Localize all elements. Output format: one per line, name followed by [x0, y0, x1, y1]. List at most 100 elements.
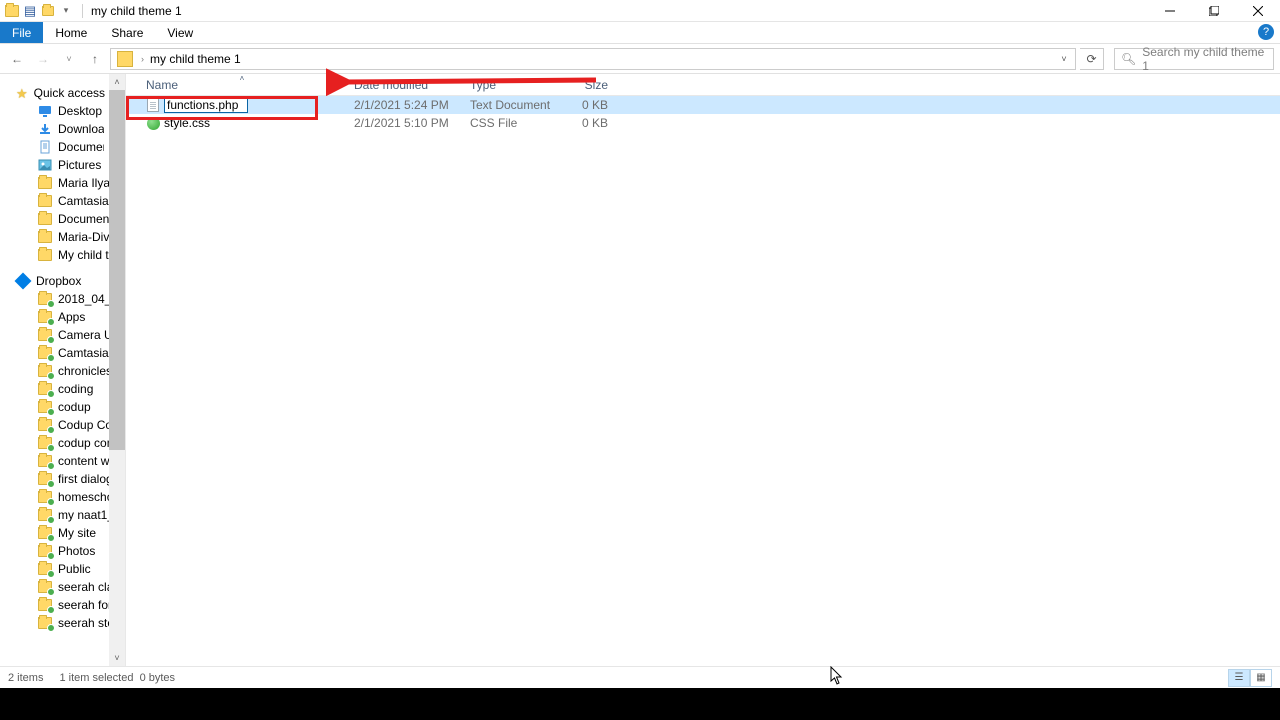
scrollbar-thumb[interactable] [109, 90, 125, 450]
view-large-icons-button[interactable]: ▦ [1250, 669, 1272, 687]
file-date: 2/1/2021 5:24 PM [346, 98, 462, 112]
folder-type-icon [4, 3, 20, 19]
column-name[interactable]: ˄ Name [138, 78, 346, 92]
folder-icon [38, 230, 52, 244]
folder-sync-icon [38, 580, 52, 594]
status-bar: 2 items 1 item selected 0 bytes ☰ ▦ [0, 666, 1280, 688]
address-bar[interactable]: › my child theme 1 ˅ [110, 48, 1076, 70]
file-list-area: ˄ Name Date modified Type Size 2/1/2021 … [126, 74, 1280, 666]
folder-sync-icon [38, 508, 52, 522]
sidebar-item-label: Dropbox [36, 274, 81, 288]
folder-sync-icon [38, 364, 52, 378]
folder-icon [38, 248, 52, 262]
pictures-icon [38, 158, 52, 172]
status-item-count: 2 items [8, 672, 43, 684]
file-date: 2/1/2021 5:10 PM [346, 116, 462, 130]
star-icon: ★ [16, 87, 28, 100]
forward-button[interactable]: → [32, 48, 54, 70]
folder-sync-icon [38, 310, 52, 324]
folder-sync-icon [38, 544, 52, 558]
desktop-icon [38, 104, 52, 118]
folder-sync-icon [38, 472, 52, 486]
folder-sync-icon [38, 400, 52, 414]
folder-sync-icon [38, 328, 52, 342]
back-button[interactable]: ← [6, 48, 28, 70]
sidebar-item-label: Apps [58, 310, 85, 324]
file-size: 0 KB [558, 98, 616, 112]
refresh-button[interactable]: ⟳ [1080, 48, 1104, 70]
folder-sync-icon [38, 436, 52, 450]
folder-icon [38, 212, 52, 226]
recent-dropdown-icon[interactable]: ˅ [58, 48, 80, 70]
file-type: CSS File [462, 116, 558, 130]
sidebar-item-label: Pictures [58, 158, 101, 172]
window-title: my child theme 1 [87, 4, 182, 18]
text-file-icon [146, 98, 160, 112]
folder-sync-icon [38, 292, 52, 306]
css-file-icon [146, 116, 160, 130]
sidebar-item-label: Public [58, 562, 91, 576]
sidebar-item-label: codup [58, 400, 91, 414]
folder-sync-icon [38, 616, 52, 630]
file-row[interactable]: 2/1/2021 5:24 PMText Document0 KB [126, 96, 1280, 114]
search-box[interactable]: 🔍︎ Search my child theme 1 [1114, 48, 1274, 70]
titlebar: ▤ ▾ my child theme 1 [0, 0, 1280, 22]
help-icon[interactable]: ? [1258, 24, 1274, 40]
address-bar-row: ← → ˅ ↑ › my child theme 1 ˅ ⟳ 🔍︎ Search… [0, 44, 1280, 74]
breadcrumb[interactable]: my child theme 1 [148, 52, 243, 66]
address-dropdown-icon[interactable]: ˅ [1055, 54, 1073, 64]
tab-view[interactable]: View [155, 22, 205, 43]
status-selected-count: 1 item selected [59, 672, 133, 684]
file-row[interactable]: style.css 2/1/2021 5:10 PMCSS File0 KB [126, 114, 1280, 132]
scroll-up-button[interactable]: ˄ [109, 74, 125, 90]
minimize-button[interactable] [1148, 0, 1192, 22]
folder-icon [38, 176, 52, 190]
folder-sync-icon [38, 418, 52, 432]
column-date-modified[interactable]: Date modified [346, 78, 462, 92]
sidebar-item-label: Documents [58, 140, 104, 154]
folder-sync-icon [38, 598, 52, 612]
folder-sync-icon [38, 562, 52, 576]
sidebar-item-label: Downloads [58, 122, 104, 136]
column-size[interactable]: Size [558, 78, 616, 92]
folder-icon [38, 194, 52, 208]
tab-file[interactable]: File [0, 22, 43, 43]
sidebar-item-label: Desktop [58, 104, 102, 118]
folder-sync-icon [38, 346, 52, 360]
documents-icon [38, 140, 52, 154]
dropbox-icon [16, 274, 30, 288]
folder-sync-icon [38, 382, 52, 396]
navigation-pane: ˄ ˅ ★ Quick access Desktop📌︎Downloads📌︎D… [0, 74, 126, 666]
scroll-down-button[interactable]: ˅ [109, 650, 125, 666]
separator [82, 4, 83, 18]
status-bytes: 0 bytes [140, 672, 175, 684]
chevron-right-icon[interactable]: › [137, 54, 148, 64]
column-type[interactable]: Type [462, 78, 558, 92]
tab-share[interactable]: Share [99, 22, 155, 43]
column-headers: ˄ Name Date modified Type Size [126, 74, 1280, 96]
close-button[interactable] [1236, 0, 1280, 22]
up-button[interactable]: ↑ [84, 48, 106, 70]
sidebar-item-label: coding [58, 382, 93, 396]
sidebar-item-label: Camtasia [58, 194, 109, 208]
ribbon-tabs: File Home Share View ? [0, 22, 1280, 44]
search-icon: 🔍︎ [1121, 52, 1136, 66]
downloads-icon [38, 122, 52, 136]
folder-sync-icon [38, 490, 52, 504]
file-type: Text Document [462, 98, 558, 112]
maximize-button[interactable] [1192, 0, 1236, 22]
sidebar-item-label: Camtasia [58, 346, 109, 360]
address-folder-icon [117, 51, 133, 67]
sort-up-icon: ˄ [240, 74, 245, 83]
qat-dropdown-icon[interactable]: ▾ [58, 3, 74, 19]
sidebar-item-label: Quick access [34, 86, 105, 100]
view-details-button[interactable]: ☰ [1228, 669, 1250, 687]
properties-icon[interactable]: ▤ [22, 3, 38, 19]
file-name: style.css [164, 116, 210, 130]
sidebar-item-label: Photos [58, 544, 95, 558]
tab-home[interactable]: Home [43, 22, 99, 43]
file-size: 0 KB [558, 116, 616, 130]
rename-input[interactable] [164, 98, 248, 113]
new-folder-icon[interactable] [40, 3, 56, 19]
folder-sync-icon [38, 454, 52, 468]
